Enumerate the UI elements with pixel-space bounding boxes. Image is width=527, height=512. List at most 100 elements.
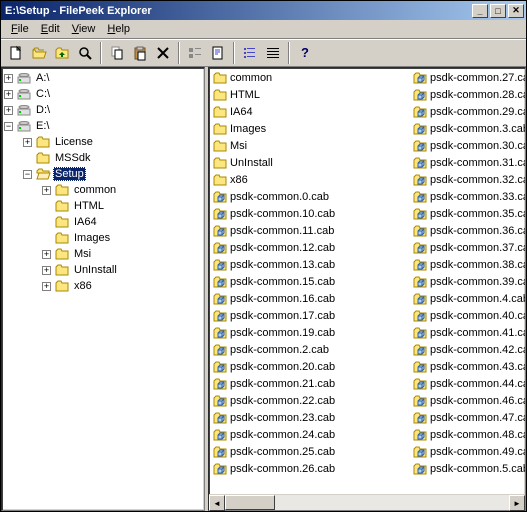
tree-toggle-icon[interactable]: + (4, 74, 13, 83)
tree-label[interactable]: License (53, 135, 95, 149)
tree-row[interactable]: − E:\ (4, 118, 202, 134)
list-item[interactable]: psdk-common.2.cab (210, 341, 410, 358)
tree-row[interactable]: MSSdk (4, 150, 202, 166)
tree-row[interactable]: Images (4, 230, 202, 246)
list-item[interactable]: IA64 (210, 103, 410, 120)
maximize-button[interactable]: □ (490, 4, 506, 18)
menu-edit[interactable]: Edit (35, 21, 66, 37)
list-item[interactable]: psdk-common.15.cab (210, 273, 410, 290)
titlebar[interactable]: E:\Setup - FilePeek Explorer _ □ ✕ (1, 1, 526, 20)
tree-toggle-icon[interactable]: + (4, 106, 13, 115)
close-button[interactable]: ✕ (508, 4, 524, 18)
find-button[interactable] (74, 42, 96, 64)
list-item[interactable]: psdk-common.30.cab (410, 137, 525, 154)
tree-row[interactable]: + C:\ (4, 86, 202, 102)
new-file-button[interactable] (5, 42, 27, 64)
list-item[interactable]: psdk-common.38.cab (410, 256, 525, 273)
tree-label[interactable]: HTML (72, 199, 106, 213)
copy-button[interactable] (106, 42, 128, 64)
list-item[interactable]: psdk-common.22.cab (210, 392, 410, 409)
open-button[interactable] (28, 42, 50, 64)
horizontal-scrollbar[interactable]: ◄ ► (209, 494, 525, 510)
list-item[interactable]: psdk-common.3.cab (410, 120, 525, 137)
list-item[interactable]: psdk-common.37.cab (410, 239, 525, 256)
list-item[interactable]: psdk-common.12.cab (210, 239, 410, 256)
tree-row[interactable]: IA64 (4, 214, 202, 230)
list-item[interactable]: psdk-common.27.cab (410, 69, 525, 86)
view-small-button[interactable] (239, 42, 261, 64)
list-item[interactable]: HTML (210, 86, 410, 103)
list-item[interactable]: psdk-common.0.cab (210, 188, 410, 205)
list-item[interactable]: psdk-common.10.cab (210, 205, 410, 222)
list-item[interactable]: psdk-common.46.cab (410, 392, 525, 409)
list-item[interactable]: psdk-common.42.cab (410, 341, 525, 358)
list-item[interactable]: psdk-common.33.cab (410, 188, 525, 205)
tree-row[interactable]: HTML (4, 198, 202, 214)
tree-label[interactable]: E:\ (34, 119, 51, 133)
tree-toggle-icon[interactable]: + (23, 138, 32, 147)
list-item[interactable]: psdk-common.11.cab (210, 222, 410, 239)
list-item[interactable]: psdk-common.36.cab (410, 222, 525, 239)
list-item[interactable]: psdk-common.32.cab (410, 171, 525, 188)
tree-toggle-icon[interactable]: + (42, 186, 51, 195)
tree-label[interactable]: UnInstall (72, 263, 119, 277)
list-item[interactable]: psdk-common.23.cab (210, 409, 410, 426)
menu-view[interactable]: View (66, 21, 102, 37)
tree-label[interactable]: MSSdk (53, 151, 92, 165)
file-list[interactable]: commonHTMLIA64ImagesMsiUnInstallx86psdk-… (209, 68, 525, 494)
help-button[interactable]: ? (294, 42, 316, 64)
tree-label[interactable]: common (72, 183, 118, 197)
list-item[interactable]: psdk-common.35.cab (410, 205, 525, 222)
list-item[interactable]: psdk-common.41.cab (410, 324, 525, 341)
list-item[interactable]: psdk-common.16.cab (210, 290, 410, 307)
list-item[interactable]: psdk-common.13.cab (210, 256, 410, 273)
tree-toggle-icon[interactable]: + (42, 250, 51, 259)
tree-toggle-icon[interactable]: + (4, 90, 13, 99)
folder-tree[interactable]: +A:\+C:\+D:\−E:\+LicenseMSSdk−Setup+comm… (1, 67, 205, 511)
scroll-thumb[interactable] (225, 495, 275, 510)
tree-toggle-icon[interactable]: − (23, 170, 32, 179)
list-item[interactable]: psdk-common.39.cab (410, 273, 525, 290)
list-item[interactable]: psdk-common.31.cab (410, 154, 525, 171)
tree-row[interactable]: + common (4, 182, 202, 198)
scroll-track[interactable] (225, 495, 509, 510)
list-item[interactable]: psdk-common.47.cab (410, 409, 525, 426)
tree-label[interactable]: D:\ (34, 103, 52, 117)
list-item[interactable]: psdk-common.28.cab (410, 86, 525, 103)
tree-label[interactable]: Setup (53, 167, 86, 181)
paste-button[interactable] (129, 42, 151, 64)
list-item[interactable]: UnInstall (210, 154, 410, 171)
scroll-right-button[interactable]: ► (509, 495, 525, 511)
list-item[interactable]: psdk-common.17.cab (210, 307, 410, 324)
list-item[interactable]: Msi (210, 137, 410, 154)
list-item[interactable]: x86 (210, 171, 410, 188)
tree-label[interactable]: C:\ (34, 87, 52, 101)
tree-row[interactable]: + D:\ (4, 102, 202, 118)
list-item[interactable]: psdk-common.40.cab (410, 307, 525, 324)
tree-row[interactable]: − Setup (4, 166, 202, 182)
tree-toggle-icon[interactable]: − (4, 122, 13, 131)
properties-button[interactable] (207, 42, 229, 64)
delete-button[interactable] (152, 42, 174, 64)
list-item[interactable]: psdk-common.21.cab (210, 375, 410, 392)
menu-file[interactable]: File (5, 21, 35, 37)
list-item[interactable]: common (210, 69, 410, 86)
minimize-button[interactable]: _ (472, 4, 488, 18)
tree-label[interactable]: IA64 (72, 215, 99, 229)
list-item[interactable]: psdk-common.44.cab (410, 375, 525, 392)
list-item[interactable]: psdk-common.29.cab (410, 103, 525, 120)
tree-label[interactable]: x86 (72, 279, 94, 293)
list-item[interactable]: psdk-common.48.cab (410, 426, 525, 443)
list-item[interactable]: psdk-common.5.cab (410, 460, 525, 477)
tree-label[interactable]: A:\ (34, 71, 51, 85)
list-item[interactable]: psdk-common.49.cab (410, 443, 525, 460)
tree-label[interactable]: Images (72, 231, 112, 245)
list-item[interactable]: psdk-common.25.cab (210, 443, 410, 460)
scroll-left-button[interactable]: ◄ (209, 495, 225, 511)
list-item[interactable]: psdk-common.43.cab (410, 358, 525, 375)
menu-help[interactable]: Help (101, 21, 136, 37)
tree-row[interactable]: +x86 (4, 278, 202, 294)
tree-toggle-icon[interactable]: + (42, 266, 51, 275)
list-item[interactable]: Images (210, 120, 410, 137)
tree-row[interactable]: +Msi (4, 246, 202, 262)
